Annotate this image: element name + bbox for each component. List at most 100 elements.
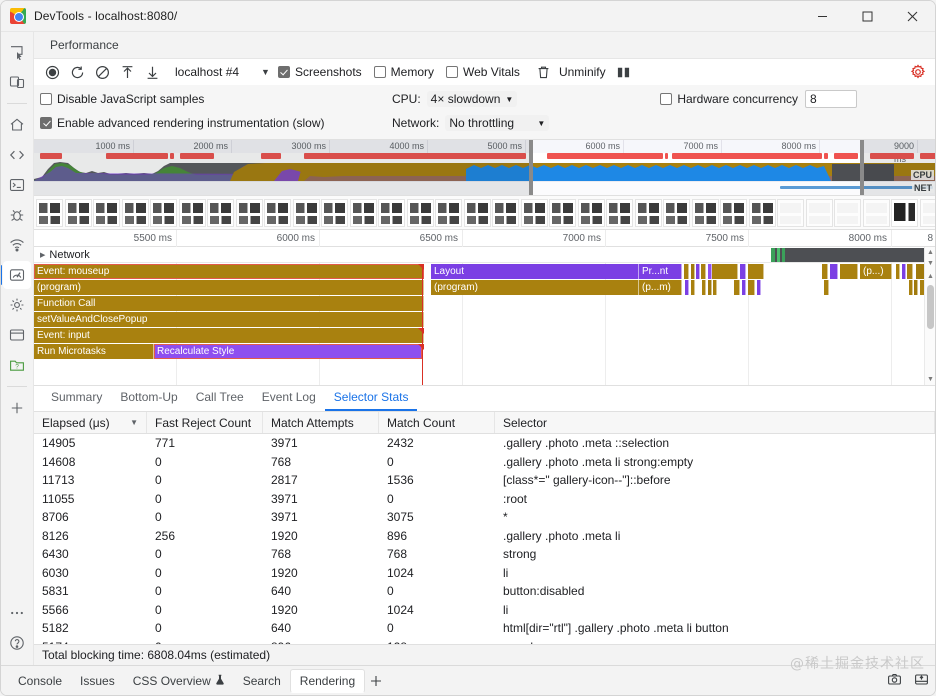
scrollbar-thumb[interactable] (927, 285, 934, 329)
flame-bar[interactable]: Pr...nt (639, 264, 682, 279)
disable-js-samples-checkbox[interactable]: Disable JavaScript samples (40, 92, 204, 106)
expand-arrow-icon[interactable]: ▶ (40, 251, 45, 259)
filmstrip-frame[interactable] (207, 198, 234, 227)
application-window-icon[interactable] (3, 321, 31, 349)
filmstrip-frame[interactable] (378, 198, 405, 227)
reload-and-record-button[interactable] (65, 61, 89, 83)
save-profile-button[interactable] (140, 61, 164, 83)
inspect-element-icon[interactable] (3, 38, 31, 66)
flame-bar[interactable]: Event: input (34, 328, 424, 343)
more-options-icon[interactable] (3, 599, 31, 627)
dock-icon[interactable] (914, 672, 929, 690)
flame-bar[interactable]: setValueAndClosePopup (34, 312, 424, 327)
home-icon[interactable] (3, 111, 31, 139)
flame-bar[interactable]: Run Microtasks (34, 344, 154, 359)
filmstrip-frame[interactable] (663, 198, 690, 227)
help-icon[interactable] (3, 629, 31, 657)
filmstrip-frame[interactable] (64, 198, 92, 227)
flame-bar[interactable]: (p...m) (639, 280, 682, 295)
filmstrip-frame[interactable] (862, 198, 890, 227)
filmstrip-frame[interactable] (463, 198, 491, 227)
filmstrip-frame[interactable] (235, 198, 263, 227)
filmstrip-frame[interactable] (891, 198, 918, 227)
filmstrip[interactable] (34, 196, 935, 230)
unminify-label[interactable]: Unminify (559, 65, 606, 79)
flame-bar[interactable]: (program) (34, 280, 424, 295)
filmstrip-frame[interactable] (577, 198, 605, 227)
filmstrip-frame[interactable] (121, 198, 149, 227)
table-row[interactable]: 11055 0 3971 0 :root (34, 490, 935, 509)
profile-dropdown-caret-icon[interactable]: ▼ (261, 67, 270, 77)
column-header-match-attempts[interactable]: Match Attempts (263, 412, 379, 433)
web-vitals-checkbox[interactable]: Web Vitals (446, 65, 520, 79)
capture-settings-gear-icon[interactable] (907, 61, 929, 83)
minimize-icon[interactable] (800, 1, 845, 32)
close-icon[interactable] (890, 1, 935, 32)
filmstrip-frame[interactable] (606, 198, 633, 227)
filmstrip-frame[interactable] (264, 198, 291, 227)
sidebar-item-performance[interactable] (1, 261, 31, 289)
scroll-up-icon-2[interactable]: ▲ (925, 271, 935, 282)
flame-scrollbar[interactable]: ▲ ▼ ▲ ▼ (924, 247, 935, 385)
tab-selector-stats[interactable]: Selector Stats (324, 385, 418, 411)
flame-bar[interactable]: (program) (431, 280, 639, 295)
flame-bar[interactable]: (p...) (860, 264, 892, 279)
flame-chart[interactable]: ▶ Network Event: mouseup Layout Pr...nt (34, 247, 935, 386)
network-track-header[interactable]: ▶ Network (34, 247, 935, 263)
clear-button[interactable] (90, 61, 114, 83)
column-header-elapsed[interactable]: Elapsed (μs) ▼ (34, 412, 147, 433)
filmstrip-frame[interactable] (321, 198, 348, 227)
scroll-down-icon[interactable]: ▼ (925, 258, 935, 269)
column-header-selector[interactable]: Selector (495, 412, 935, 433)
filmstrip-frame[interactable] (150, 198, 177, 227)
filmstrip-frame[interactable] (93, 198, 120, 227)
table-row[interactable]: 14608 0 768 0 .gallery .photo .meta li s… (34, 453, 935, 472)
filmstrip-frame[interactable] (691, 198, 719, 227)
screenshots-checkbox[interactable]: Screenshots (277, 65, 362, 79)
flame-bar[interactable]: Layout (431, 264, 639, 279)
memory-chip-icon[interactable] (3, 291, 31, 319)
table-row[interactable]: 8706 0 3971 3075 * (34, 508, 935, 527)
table-row[interactable]: 14905 771 3971 2432 .gallery .photo .met… (34, 434, 935, 453)
hardware-concurrency-checkbox[interactable]: Hardware concurrency (660, 92, 798, 106)
table-row[interactable]: 5182 0 640 0 html[dir="rtl"] .gallery .p… (34, 619, 935, 638)
maximize-icon[interactable] (845, 1, 890, 32)
profile-name-label[interactable]: localhost #4 (175, 65, 239, 79)
filmstrip-frame[interactable] (178, 198, 206, 227)
timeline-overview[interactable]: 1000 ms 2000 ms 3000 ms 4000 ms 5000 ms … (34, 140, 935, 196)
filmstrip-frame[interactable] (492, 198, 519, 227)
recorder-help-icon[interactable]: ? (3, 351, 31, 379)
table-row[interactable]: 5831 0 640 0 button:disabled (34, 582, 935, 601)
record-button[interactable] (40, 61, 64, 83)
flame-bar[interactable]: Recalculate Style (154, 344, 422, 359)
filmstrip-frame[interactable] (292, 198, 320, 227)
network-wifi-icon[interactable] (3, 231, 31, 259)
table-row[interactable]: 6430 0 768 768 strong (34, 545, 935, 564)
hardware-concurrency-input[interactable]: 8 (805, 90, 858, 108)
drawer-tab-issues[interactable]: Issues (71, 670, 124, 692)
tab-summary[interactable]: Summary (42, 385, 111, 411)
elements-icon[interactable] (3, 141, 31, 169)
filmstrip-frame[interactable] (36, 198, 63, 227)
device-toolbar-icon[interactable] (3, 68, 31, 96)
drawer-tab-search[interactable]: Search (234, 670, 290, 692)
network-throttling-select[interactable]: No throttling ▼ (445, 115, 550, 131)
delete-trash-icon[interactable] (532, 61, 556, 83)
tab-event-log[interactable]: Event Log (253, 385, 325, 411)
table-row[interactable]: 8126 256 1920 896 .gallery .photo .meta … (34, 527, 935, 546)
filmstrip-frame[interactable] (349, 198, 377, 227)
flame-bar[interactable]: Event: mouseup (34, 264, 424, 279)
tab-call-tree[interactable]: Call Tree (187, 385, 253, 411)
filmstrip-frame[interactable] (777, 198, 804, 227)
console-icon[interactable] (3, 171, 31, 199)
column-header-fast-reject-count[interactable]: Fast Reject Count (147, 412, 263, 433)
tab-bottom-up[interactable]: Bottom-Up (111, 385, 186, 411)
filmstrip-frame[interactable] (634, 198, 662, 227)
issues-bug-icon[interactable] (3, 201, 31, 229)
drawer-tab-css-overview[interactable]: CSS Overview (124, 670, 234, 692)
scroll-up-icon[interactable]: ▲ (925, 247, 935, 258)
scroll-down-icon-2[interactable]: ▼ (925, 374, 935, 385)
screenshot-icon[interactable] (887, 672, 902, 690)
filmstrip-frame[interactable] (805, 198, 833, 227)
advanced-rendering-checkbox[interactable]: Enable advanced rendering instrumentatio… (40, 116, 325, 130)
